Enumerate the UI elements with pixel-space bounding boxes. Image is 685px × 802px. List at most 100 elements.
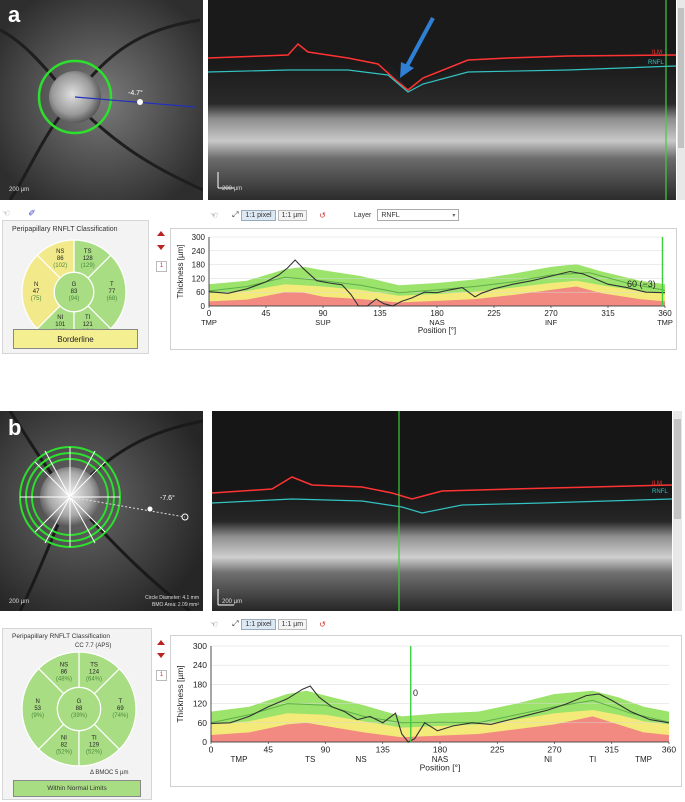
sector-t-value: 69 (117, 706, 124, 712)
reset-icon[interactable]: ↺ (319, 211, 326, 220)
sector-t-value: 77 (109, 289, 116, 295)
fundus-svg-a (0, 0, 203, 200)
sector-n-value: 53 (34, 706, 41, 712)
zoom-icon[interactable]: ⤢ (232, 210, 238, 220)
x-category-label: TMP (657, 318, 673, 327)
sector-ns-value: 86 (61, 670, 68, 676)
thickness-plot-b: 0 60 120 180 240 300 0 45 90 135 180 225 270 315 360 TM… (170, 635, 682, 787)
x-axis-label: Position [°] (418, 326, 456, 335)
sector-ts-ref: (129) (81, 263, 95, 269)
pan-hand-icon[interactable]: ☜ (210, 619, 218, 630)
sector-t-name: T (110, 282, 114, 288)
sector-t-name: T (118, 699, 122, 705)
sector-ni-name: NI (57, 315, 63, 321)
angle-label-b: -7.6° (160, 495, 175, 502)
sector-ns-name: NS (56, 249, 64, 255)
sector-n-name: N (35, 699, 39, 705)
pixel-scale-button[interactable]: 1:1 pixel (241, 209, 276, 221)
x-tick-label: 180 (430, 309, 444, 318)
scroll-thumb-b[interactable] (674, 419, 681, 519)
x-category-label: TS (305, 755, 315, 764)
y-tick-label: 180 (192, 261, 206, 270)
layer-select-value: RNFL (381, 211, 400, 219)
oct-scale-bar-a: 200 µm (222, 186, 243, 192)
measure-icon[interactable]: ✐ (28, 208, 36, 219)
arrow-down-icon[interactable] (157, 245, 165, 250)
sector-ti-value: 121 (83, 322, 94, 328)
sector-ts-name: TS (90, 663, 98, 669)
page-number-a[interactable]: 1 (156, 261, 167, 272)
chevron-down-icon: ▾ (452, 212, 456, 219)
sector-ns-name: NS (60, 663, 68, 669)
sector-g-ref: (39%) (71, 713, 87, 719)
classification-title-b: Peripapillary RNFLT Classification (12, 633, 111, 640)
arrow-up-icon[interactable] (157, 640, 165, 645)
scrollbar-b[interactable] (673, 411, 682, 611)
hand-icon[interactable]: ☜ (2, 208, 10, 219)
sector-ns-ref: (48%) (56, 677, 72, 683)
reset-icon[interactable]: ↺ (319, 620, 326, 629)
oct-toolbar-a: ☜ ⤢ 1:1 pixel 1:1 µm ↺ Layer RNFL ▾ (210, 207, 460, 223)
oct-scale-bar-b: 200 µm (222, 599, 243, 605)
sector-ni-name: NI (61, 735, 67, 741)
ilm-label-a: ILM (652, 50, 663, 56)
x-tick-label: 90 (321, 745, 331, 755)
y-tick-label: 120 (193, 699, 207, 709)
panel-label-a: a (8, 2, 21, 27)
scroll-thumb-a[interactable] (678, 8, 684, 148)
oct-toolbar-b: ☜ ⤢ 1:1 pixel 1:1 µm ↺ (210, 616, 326, 632)
x-tick-label: 360 (662, 745, 676, 755)
thickness-chart-a: 0601201802403000 45 90 135 180 225 270 315 360TM… (176, 233, 673, 335)
x-tick-label: 315 (601, 309, 615, 318)
sector-ts-value: 124 (89, 670, 100, 676)
y-tick-label: 120 (192, 274, 206, 283)
sector-g-ref: (94) (69, 296, 80, 302)
sector-g-value: 88 (76, 706, 83, 712)
y-tick-label: 180 (193, 679, 207, 689)
x-category-label: TMP (635, 755, 652, 764)
ilm-label-b: ILM (652, 481, 663, 487)
micron-scale-button[interactable]: 1:1 µm (277, 618, 308, 630)
thickness-chart-b: 0 60 120 180 240 300 0 45 90 135 180 225 270 315 360 TM… (175, 641, 676, 773)
panel-label-b: b (8, 415, 22, 440)
rnfl-label-b: RNFL (652, 489, 668, 495)
thickness-plot-a: 0 60 120 180 240 300 0 45 90 135 180 225 270 315 360 TM… (170, 228, 677, 350)
x-tick-label: 135 (373, 309, 387, 318)
oct-svg-b (212, 411, 672, 611)
x-category-label: TI (589, 755, 596, 764)
sector-g-name: G (77, 699, 82, 705)
sector-n-name: N (34, 282, 38, 288)
arrow-down-icon[interactable] (157, 653, 165, 658)
sector-ti-name: TI (91, 735, 97, 741)
sector-n-ref: (9%) (31, 713, 44, 719)
layer-label: Layer (353, 211, 372, 219)
bmo-area-b: BMO Area: 2.09 mm² (152, 602, 199, 608)
sector-ns-value: 86 (57, 256, 64, 262)
x-tick-label: 270 (547, 745, 561, 755)
x-tick-label: 90 (319, 309, 328, 318)
annotation-b: 0 (413, 688, 419, 698)
x-category-label: NI (544, 755, 552, 764)
y-axis-label: Thickness [µm] (175, 665, 185, 722)
zoom-icon[interactable]: ⤢ (232, 619, 238, 629)
x-tick-label: 45 (262, 309, 271, 318)
classification-panel-a: Peripapillary RNFLT Classification T 77 (6… (2, 220, 149, 354)
micron-scale-button[interactable]: 1:1 µm (277, 209, 308, 221)
sector-ni-value: 101 (55, 322, 66, 328)
x-category-label: NS (356, 755, 367, 764)
scrollbar-a[interactable] (677, 0, 685, 200)
y-tick-label: 240 (193, 660, 207, 670)
pan-hand-icon[interactable]: ☜ (210, 210, 218, 221)
oct-bscan-a: ILM RNFL 200 µm (208, 0, 676, 200)
layer-select[interactable]: RNFL ▾ (377, 209, 460, 221)
x-tick-label: 45 (264, 745, 274, 755)
x-tick-label: 180 (433, 745, 447, 755)
pixel-scale-button[interactable]: 1:1 pixel (241, 618, 276, 630)
arrow-up-icon[interactable] (157, 231, 165, 236)
classification-status-b: Within Normal Limits (13, 780, 141, 797)
page-number-b[interactable]: 1 (156, 670, 167, 681)
sector-g-name: G (72, 282, 77, 288)
x-category-label: INF (545, 318, 558, 327)
classification-extra-b: CC 7.7 (APS) (75, 643, 112, 649)
y-tick-label: 0 (202, 737, 207, 747)
